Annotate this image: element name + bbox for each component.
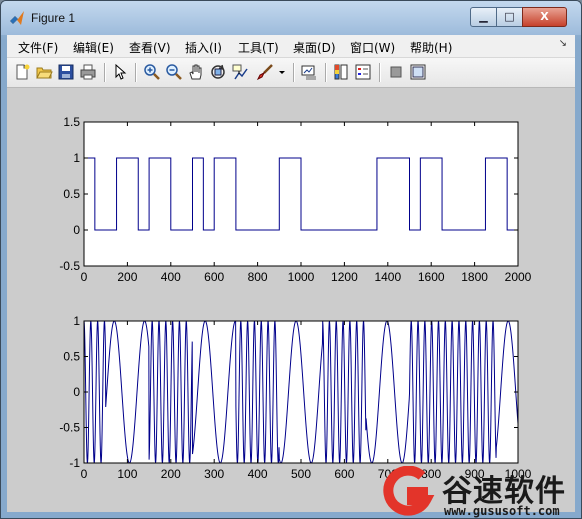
plot-area[interactable]: 0 200 400 600 800 1000 1200 1400 1600 1800 2000-0.… bbox=[7, 88, 575, 512]
minimize-button[interactable]: ▁ bbox=[470, 7, 497, 27]
x-tick-label: 300 bbox=[204, 467, 224, 481]
maximize-button[interactable]: □ bbox=[496, 7, 523, 27]
watermark-logo: 谷速软件 www.gususoft.com bbox=[382, 466, 582, 519]
menu-overflow-icon[interactable]: ↘ bbox=[559, 38, 567, 49]
x-tick-label: 800 bbox=[248, 270, 268, 284]
menu-insert[interactable]: 插入(I) bbox=[185, 39, 222, 56]
x-tick-label: 600 bbox=[204, 270, 224, 284]
insert-legend-icon[interactable] bbox=[354, 63, 372, 81]
show-plot-tools-icon[interactable] bbox=[409, 63, 427, 81]
new-figure-icon[interactable] bbox=[13, 63, 31, 81]
window-title: Figure 1 bbox=[31, 11, 76, 25]
x-tick-label: 1000 bbox=[288, 270, 315, 284]
toolbar-separator bbox=[379, 63, 381, 82]
watermark-url: www.gususoft.com bbox=[444, 504, 560, 518]
menu-window[interactable]: 窗口(W) bbox=[350, 39, 395, 56]
print-icon[interactable] bbox=[79, 63, 97, 81]
pan-hand-icon[interactable] bbox=[187, 63, 205, 81]
x-tick-label: 600 bbox=[334, 467, 354, 481]
menu-tools[interactable]: 工具(T) bbox=[238, 39, 279, 56]
y-tick-label: 0.5 bbox=[63, 187, 80, 201]
matlab-logo-icon bbox=[10, 11, 24, 25]
rotate-3d-icon[interactable] bbox=[209, 63, 227, 81]
y-tick-label: -1 bbox=[69, 456, 80, 470]
y-tick-label: 1.5 bbox=[63, 115, 80, 129]
y-tick-label: 0 bbox=[73, 223, 80, 237]
menu-help[interactable]: 帮助(H) bbox=[410, 39, 452, 56]
y-tick-label: 1 bbox=[73, 314, 80, 328]
figure-canvas: 0 200 400 600 800 1000 1200 1400 1600 1800 2000 -0.… bbox=[7, 88, 575, 512]
toolbar-separator bbox=[325, 63, 327, 82]
x-tick-label: 0 bbox=[81, 467, 88, 481]
x-tick-label: 200 bbox=[117, 270, 137, 284]
toolbar bbox=[7, 58, 575, 88]
x-tick-label: 100 bbox=[117, 467, 137, 481]
x-tick-label: 1400 bbox=[374, 270, 401, 284]
y-tick-label: -0.5 bbox=[59, 259, 80, 273]
y-tick-label: -0.5 bbox=[59, 421, 80, 435]
x-tick-label: 500 bbox=[291, 467, 311, 481]
brush-icon[interactable] bbox=[256, 63, 274, 81]
menu-desktop[interactable]: 桌面(D) bbox=[293, 39, 336, 56]
link-plot-icon[interactable] bbox=[300, 63, 318, 81]
x-tick-label: 200 bbox=[161, 467, 181, 481]
brush-dropdown-icon[interactable] bbox=[278, 63, 286, 81]
menu-view[interactable]: 查看(V) bbox=[129, 39, 171, 56]
data-cursor-icon[interactable] bbox=[231, 63, 249, 81]
zoom-out-icon[interactable] bbox=[165, 63, 183, 81]
insert-colorbar-icon[interactable] bbox=[332, 63, 350, 81]
figure-window: Figure 1 ▁ □ X 文件(F) 编辑(E) 查看(V) 插入(I) 工… bbox=[0, 0, 582, 519]
y-tick-label: 1 bbox=[73, 151, 80, 165]
menu-edit[interactable]: 编辑(E) bbox=[73, 39, 114, 56]
x-tick-label: 1600 bbox=[418, 270, 445, 284]
toolbar-separator bbox=[293, 63, 295, 82]
menu-bar: 文件(F) 编辑(E) 查看(V) 插入(I) 工具(T) 桌面(D) 窗口(W… bbox=[7, 35, 575, 58]
x-tick-label: 0 bbox=[81, 270, 88, 284]
x-tick-label: 400 bbox=[248, 467, 268, 481]
open-file-icon[interactable] bbox=[35, 63, 53, 81]
y-tick-label: 0 bbox=[73, 385, 80, 399]
toolbar-separator bbox=[135, 63, 137, 82]
x-tick-label: 1200 bbox=[331, 270, 358, 284]
x-tick-label: 1800 bbox=[461, 270, 488, 284]
zoom-in-icon[interactable] bbox=[143, 63, 161, 81]
hide-plot-tools-icon[interactable] bbox=[387, 63, 405, 81]
save-icon[interactable] bbox=[57, 63, 75, 81]
edit-plot-arrow-icon[interactable] bbox=[111, 63, 129, 81]
y-tick-label: 0.5 bbox=[63, 350, 80, 364]
toolbar-separator bbox=[104, 63, 106, 82]
menu-file[interactable]: 文件(F) bbox=[18, 39, 58, 56]
gusu-logo-icon bbox=[383, 466, 435, 516]
close-button[interactable]: X bbox=[522, 7, 567, 27]
title-bar[interactable]: Figure 1 ▁ □ X bbox=[1, 1, 581, 35]
x-tick-label: 400 bbox=[161, 270, 181, 284]
x-tick-label: 2000 bbox=[505, 270, 532, 284]
